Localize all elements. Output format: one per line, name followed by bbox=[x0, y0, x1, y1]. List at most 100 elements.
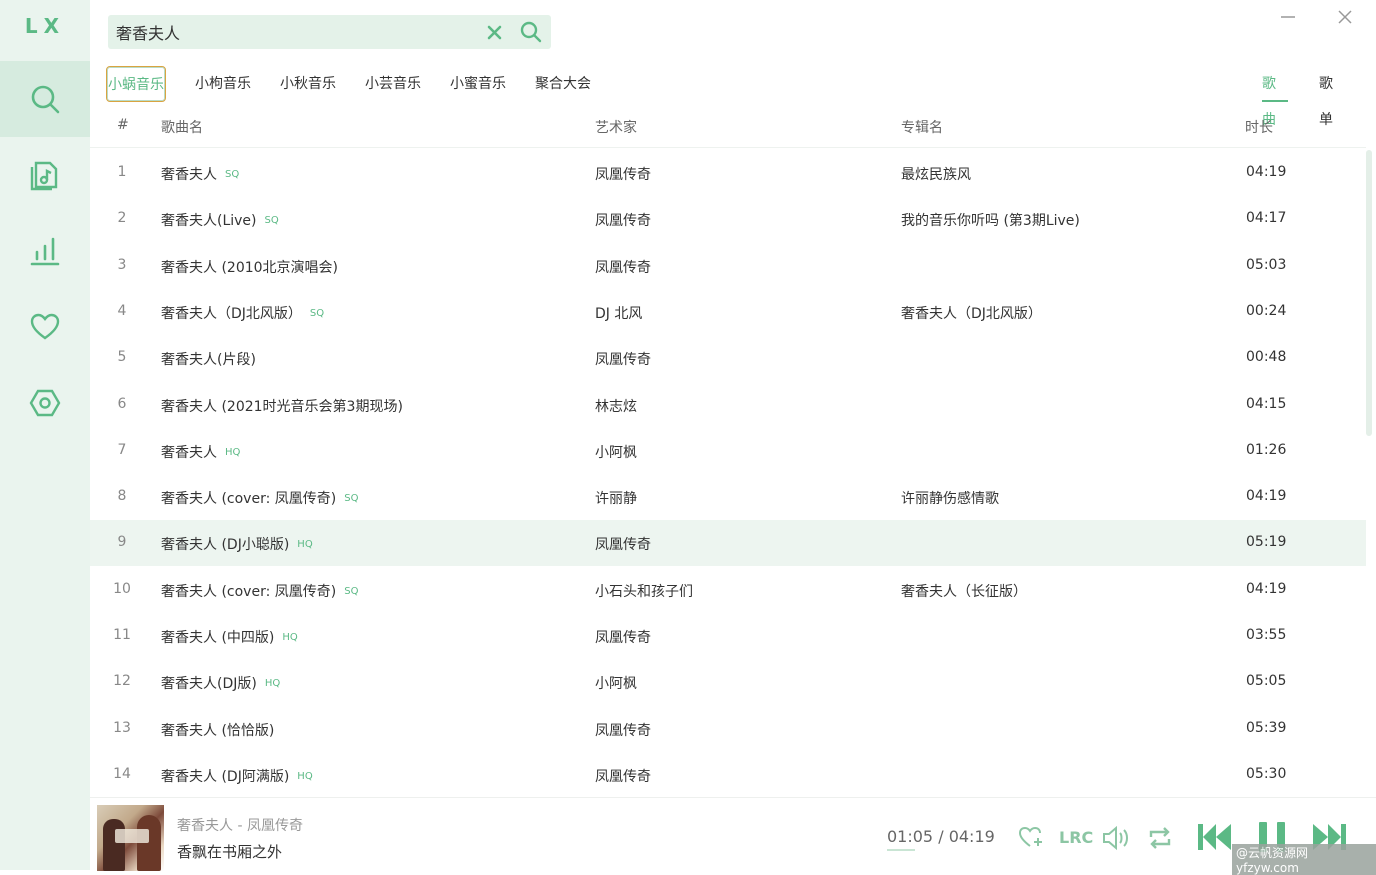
table-row[interactable]: 11 奢香夫人 (中四版) HQ 凤凰传奇 03:55 bbox=[90, 613, 1366, 659]
row-song-name-text: 奢香夫人(DJ版) bbox=[161, 676, 257, 693]
row-album: 许丽静伤感情歌 bbox=[901, 488, 999, 508]
nav-search[interactable] bbox=[0, 61, 90, 137]
table-header: # 歌曲名 艺术家 专辑名 时长 bbox=[90, 104, 1366, 148]
header-duration: 时长 bbox=[1245, 120, 1273, 136]
row-duration-text: 04:19 bbox=[1246, 580, 1287, 597]
row-artist: 许丽静 bbox=[595, 488, 637, 508]
quality-badge: HQ bbox=[264, 678, 281, 690]
nav-settings[interactable] bbox=[0, 365, 90, 441]
row-duration: 04:19 bbox=[1246, 581, 1286, 597]
row-song-name-text: 奢香夫人 bbox=[161, 444, 217, 461]
quality-badge: SQ bbox=[225, 169, 240, 180]
table-row[interactable]: 2 奢香夫人(Live) SQ 凤凰传奇 我的音乐你听吗 (第3期Live) 04:17 bbox=[90, 196, 1366, 242]
previous-track-icon[interactable] bbox=[1196, 820, 1234, 854]
search-icon bbox=[31, 85, 60, 114]
search-input[interactable] bbox=[116, 15, 476, 49]
now-playing-lyric: 香飘在书厢之外 bbox=[177, 843, 283, 861]
minimize-icon[interactable] bbox=[1278, 6, 1298, 28]
row-duration-text: 04:15 bbox=[1246, 395, 1287, 412]
search-icon[interactable] bbox=[519, 20, 543, 44]
row-song-name-text: 奢香夫人（DJ北风版） bbox=[161, 305, 302, 322]
row-duration-text: 05:39 bbox=[1246, 719, 1287, 736]
tab-source-3[interactable]: 小芸音乐 bbox=[365, 66, 421, 102]
row-duration-text: 01:26 bbox=[1246, 441, 1287, 458]
lyrics-toggle[interactable]: LRC bbox=[1059, 828, 1093, 847]
tab-source-5[interactable]: 聚合大会 bbox=[535, 66, 591, 102]
quality-badge: HQ bbox=[297, 539, 313, 551]
nav-song-list[interactable] bbox=[0, 137, 90, 213]
tab-source-2[interactable]: 小秋音乐 bbox=[280, 66, 336, 102]
album-cover[interactable] bbox=[97, 805, 164, 871]
row-artist-text: 凤凰传奇 bbox=[595, 259, 651, 276]
clear-icon[interactable] bbox=[485, 22, 505, 42]
row-song-name-text: 奢香夫人 (中四版) bbox=[161, 630, 275, 646]
tab-source-4[interactable]: 小蜜音乐 bbox=[450, 66, 506, 102]
table-row[interactable]: 7 奢香夫人 HQ 小阿枫 01:26 bbox=[90, 428, 1366, 474]
tab-songs[interactable]: 歌曲 bbox=[1262, 66, 1288, 128]
row-duration: 03:55 bbox=[1246, 627, 1286, 643]
row-index: 5 bbox=[111, 349, 133, 365]
nav-favorites[interactable] bbox=[0, 289, 90, 365]
row-duration-text: 05:19 bbox=[1246, 534, 1287, 551]
row-song-name: 奢香夫人 (恰恰版) bbox=[161, 720, 274, 740]
row-index-text: 11 bbox=[113, 627, 131, 643]
heart-plus-icon[interactable] bbox=[1018, 825, 1044, 849]
scrollbar[interactable] bbox=[1366, 150, 1372, 436]
quality-badge: HQ bbox=[297, 770, 313, 782]
row-artist-text: 小阿枫 bbox=[595, 676, 637, 693]
row-index: 11 bbox=[111, 627, 133, 643]
row-index-text: 1 bbox=[117, 164, 127, 180]
row-index: 9 bbox=[111, 534, 133, 550]
table-row[interactable]: 10 奢香夫人 (cover: 凤凰传奇) SQ 小石头和孩子们 奢香夫人（长征版） 04… bbox=[90, 567, 1366, 613]
table-row[interactable]: 6 奢香夫人 (2021时光音乐会第3期现场) 林志炫 04:15 bbox=[90, 382, 1366, 428]
nav-leaderboard[interactable] bbox=[0, 213, 90, 289]
row-index: 6 bbox=[111, 396, 133, 412]
row-index: 10 bbox=[111, 581, 133, 597]
row-song-name-text: 奢香夫人 (cover: 凤凰传奇) bbox=[161, 583, 337, 600]
row-song-name: 奢香夫人(Live) SQ bbox=[161, 210, 279, 230]
heart-icon bbox=[30, 313, 60, 340]
table-row[interactable]: 3 奢香夫人 (2010北京演唱会) 凤凰传奇 05:03 bbox=[90, 243, 1366, 289]
type-tabs: 歌曲 歌单 bbox=[1262, 66, 1376, 128]
row-index: 13 bbox=[111, 720, 133, 736]
row-duration: 01:26 bbox=[1246, 442, 1286, 458]
row-song-name: 奢香夫人(DJ版) HQ bbox=[161, 673, 280, 693]
watermark: @云帆资源网 yfzyw.com bbox=[1232, 844, 1376, 875]
header-artist: 艺术家 bbox=[595, 120, 637, 136]
tab-source-1[interactable]: 小枸音乐 bbox=[195, 66, 251, 102]
row-duration: 04:15 bbox=[1246, 396, 1286, 412]
table-row[interactable]: 1 奢香夫人 SQ 凤凰传奇 最炫民族风 04:19 bbox=[90, 150, 1366, 196]
row-duration-text: 04:19 bbox=[1246, 488, 1287, 505]
close-icon[interactable] bbox=[1335, 6, 1355, 28]
row-duration: 04:17 bbox=[1246, 210, 1286, 226]
row-index: 8 bbox=[111, 488, 133, 504]
tab-playlists[interactable]: 歌单 bbox=[1319, 66, 1345, 128]
table-row[interactable]: 12 奢香夫人(DJ版) HQ 小阿枫 05:05 bbox=[90, 659, 1366, 705]
row-artist-text: 许丽静 bbox=[595, 491, 637, 508]
row-index-text: 12 bbox=[113, 673, 131, 690]
row-song-name-text: 奢香夫人 (2010北京演唱会) bbox=[161, 259, 339, 276]
row-index-text: 6 bbox=[117, 395, 127, 412]
row-artist-text: 小阿枫 bbox=[595, 444, 637, 461]
table-row[interactable]: 9 奢香夫人 (DJ小聪版) HQ 凤凰传奇 05:19 bbox=[90, 520, 1366, 567]
row-artist: 林志炫 bbox=[595, 396, 637, 416]
row-index: 7 bbox=[111, 442, 133, 458]
row-song-name-text: 奢香夫人 (DJ阿满版) bbox=[161, 768, 290, 785]
row-artist-text: 凤凰传奇 bbox=[595, 213, 651, 230]
quality-badge: SQ bbox=[344, 493, 359, 505]
row-artist-text: 凤凰传奇 bbox=[595, 630, 651, 646]
progress-bar[interactable] bbox=[887, 849, 915, 851]
row-index-text: 14 bbox=[113, 765, 131, 782]
table-row[interactable]: 8 奢香夫人 (cover: 凤凰传奇) SQ 许丽静 许丽静伤感情歌 04:19 bbox=[90, 474, 1366, 520]
table-row[interactable]: 5 奢香夫人(片段) 凤凰传奇 00:48 bbox=[90, 335, 1366, 381]
volume-icon[interactable] bbox=[1101, 825, 1131, 851]
table-row[interactable]: 13 奢香夫人 (恰恰版) 凤凰传奇 05:39 bbox=[90, 706, 1366, 752]
current-time: 01:05 bbox=[887, 827, 934, 846]
table-row[interactable]: 14 奢香夫人 (DJ阿满版) HQ 凤凰传奇 05:30 bbox=[90, 752, 1366, 798]
row-index: 2 bbox=[111, 210, 133, 226]
row-album-text: 奢香夫人（DJ北风版） bbox=[901, 305, 1042, 322]
table-row[interactable]: 4 奢香夫人（DJ北风版） SQ DJ 北风 奢香夫人（DJ北风版） 00:24 bbox=[90, 289, 1366, 335]
total-time: 04:19 bbox=[948, 827, 995, 846]
tab-source-0[interactable]: 小蜗音乐 bbox=[106, 66, 166, 102]
repeat-icon[interactable] bbox=[1147, 825, 1173, 851]
